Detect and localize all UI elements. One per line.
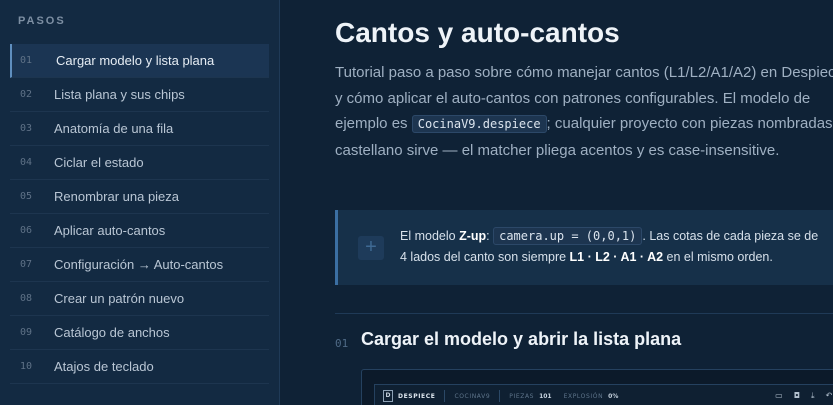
step-item-04[interactable]: 04 Ciclar el estado (10, 146, 269, 180)
section-title: Cargar el modelo y abrir la lista plana (361, 329, 682, 349)
info-callout: + El modelo Z-up: camera.up = (0,0,1). L… (335, 210, 833, 285)
step-item-10[interactable]: 10 Atajos de teclado (10, 350, 269, 384)
step-number: 02 (20, 89, 33, 100)
step-item-01[interactable]: 01 Cargar modelo y lista plana (10, 44, 269, 78)
explosion-value: 0% (608, 392, 619, 400)
camera-icon: ◘ (793, 391, 801, 400)
step-item-02[interactable]: 02 Lista plana y sus chips (10, 78, 269, 112)
divider (444, 390, 446, 402)
folder-icon: ▭ (775, 391, 783, 400)
step-label: Anatomía de una fila (54, 121, 174, 136)
divider (10, 383, 269, 384)
step-number: 10 (20, 361, 33, 372)
app-brand: DESPIECE (398, 392, 436, 400)
explosion-label: EXPLOSIÓN (563, 392, 604, 400)
app-preview-screenshot: D DESPIECE COCINAV9 PIEZAS 101 EXPLOSIÓN… (361, 369, 833, 405)
callout-text-part: 4 lados del canto son siempre (400, 250, 570, 264)
page-title: Cantos y auto-cantos (335, 17, 620, 48)
callout-text-part: El modelo (400, 229, 460, 243)
callout-text: El modelo Z-up: camera.up = (0,0,1). Las… (400, 226, 833, 268)
intro-paragraph: Tutorial paso a paso sobre cómo manejar … (335, 60, 833, 163)
callout-bold: Z-up (459, 229, 487, 243)
step-number: 09 (20, 327, 33, 338)
step-number: 05 (20, 191, 33, 202)
preview-toolbar: D DESPIECE COCINAV9 PIEZAS 101 EXPLOSIÓN… (374, 384, 833, 405)
step-label: Aplicar auto-cantos (54, 223, 166, 238)
download-icon: ⤓ (811, 391, 815, 400)
callout-text-part: en el mismo orden. (663, 250, 773, 264)
pieces-value: 101 (539, 392, 552, 400)
step-item-05[interactable]: 05 Renombrar una pieza (10, 180, 269, 214)
model-name: COCINAV9 (454, 392, 491, 400)
pieces-label: PIEZAS (509, 392, 535, 400)
sidebar-heading: PASOS (18, 15, 66, 27)
camera-up-code: camera.up = (0,0,1) (493, 227, 643, 245)
step-item-03[interactable]: 03 Anatomía de una fila (10, 112, 269, 146)
step-label: Atajos de teclado (54, 359, 154, 374)
step-label: Crear un patrón nuevo (54, 291, 185, 306)
step-number: 06 (20, 225, 33, 236)
step-number: 01 (20, 55, 33, 66)
step-label: Cargar modelo y lista plana (56, 53, 215, 68)
step-label: Renombrar una pieza (54, 189, 180, 204)
section-number: 01 (335, 337, 349, 350)
step-label: Ciclar el estado (54, 155, 144, 170)
step-label: Configuración → Auto-cantos (54, 257, 224, 272)
main-content: Cantos y auto-cantos Tutorial paso a pas… (281, 0, 833, 405)
step-item-07[interactable]: 07 Configuración → Auto-cantos (10, 248, 269, 282)
step-item-08[interactable]: 08 Crear un patrón nuevo (10, 282, 269, 316)
model-filename-code: CocinaV9.despiece (411, 115, 547, 133)
divider (335, 313, 833, 314)
plus-icon: + (358, 236, 384, 260)
callout-bold: L1 · L2 · A1 · A2 (569, 250, 664, 264)
step-label: Catálogo de anchos (54, 325, 170, 340)
step-number: 03 (20, 123, 33, 134)
step-item-09[interactable]: 09 Catálogo de anchos (10, 316, 269, 350)
step-number: 04 (20, 157, 33, 168)
sidebar: PASOS 01 Cargar modelo y lista plana 02 … (0, 0, 280, 405)
undo-icon: ↶ (825, 391, 833, 400)
step-list: 01 Cargar modelo y lista plana 02 Lista … (10, 44, 269, 384)
step-number: 07 (20, 259, 33, 270)
step-label: Lista plana y sus chips (54, 87, 185, 102)
callout-text-part: . Las cotas de cada pieza se de (642, 229, 819, 243)
app-logo-icon: D (383, 390, 393, 402)
divider (499, 390, 501, 402)
preview-toolbar-icons: ▭ ◘ ⤓ ↶ ↷ (775, 391, 833, 401)
step-item-06[interactable]: 06 Aplicar auto-cantos (10, 214, 269, 248)
step-number: 08 (20, 293, 33, 304)
